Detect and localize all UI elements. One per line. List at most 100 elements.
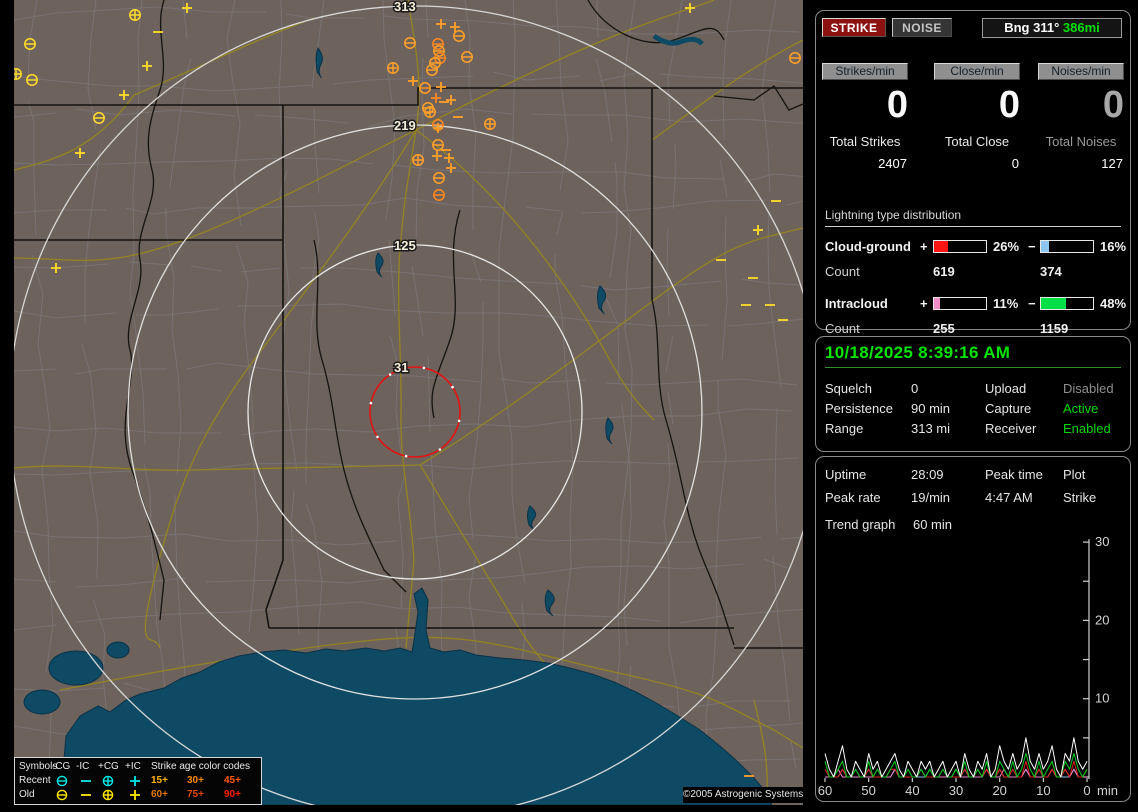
legend-cg-pos-icon <box>102 789 114 801</box>
trend-x-tick-label: 40 <box>905 783 919 797</box>
strike-button[interactable]: STRIKE <box>822 18 886 37</box>
trend-x-tick-label: 20 <box>992 783 1006 797</box>
legend-row-label: Old <box>19 789 35 800</box>
status-label: Persistence <box>825 401 893 416</box>
map-canvas: 31 125 219 313 <box>14 0 803 805</box>
strike-age-code: 60+ <box>151 789 168 800</box>
negative-bar <box>1040 297 1094 310</box>
trend-graph: 10 20 30 60 50 40 30 20 10 0 min <box>818 534 1118 797</box>
bearing-label: Bng 311° <box>1004 20 1060 35</box>
bearing-range: 386mi <box>1062 20 1100 35</box>
distribution-type-label: Intracloud <box>825 296 888 311</box>
count-label: Count <box>825 321 860 336</box>
ring-dot <box>376 435 379 439</box>
negative-count: 374 <box>1040 264 1062 279</box>
strike-age-code: 90+ <box>224 789 241 800</box>
legend-col-header: -CG <box>52 761 71 772</box>
strike-symbol-cp <box>387 62 399 74</box>
status-value: Enabled <box>1063 421 1111 436</box>
rate-label-button[interactable]: Close/min <box>934 63 1020 80</box>
mode-button-row: STRIKE NOISE Bng 311° 386mi <box>822 18 1122 40</box>
info-cell[interactable]: Strike <box>1063 490 1096 505</box>
ring-dot <box>451 385 454 389</box>
strike-age-code: 45+ <box>224 775 241 786</box>
bearing-display: Bng 311° 386mi <box>982 18 1122 38</box>
minus-sign: − <box>1028 296 1036 311</box>
info-cell: Uptime <box>825 467 867 482</box>
status-label: Range <box>825 421 864 436</box>
trend-graph-window: 60 min <box>912 517 952 532</box>
map-legend: Symbols -CG -IC +CG +IC Strike age color code… <box>14 757 262 805</box>
trend-x-tick-label: 30 <box>949 783 963 797</box>
uptime-grid: Uptime 28:09 Peak time Plot Peak rate 19/min 4… <box>825 465 1123 511</box>
ring-dot <box>422 366 426 370</box>
trend-series-total-strikes <box>824 737 1088 778</box>
total-value: 2407 <box>878 156 907 171</box>
status-value: 90 min <box>911 401 951 416</box>
distribution-title: Lightning type distribution <box>825 208 1121 227</box>
legend-cg-neg-icon <box>56 789 68 801</box>
strike-symbol-cp <box>412 154 424 166</box>
legend-ic-neg-icon <box>81 794 91 796</box>
legend-age-title: Strike age color codes <box>151 761 250 772</box>
ring-dot <box>369 401 373 405</box>
lightning-type-distribution: Lightning type distribution Cloud-ground… <box>825 208 1126 341</box>
rate-value: 0 <box>1102 84 1124 126</box>
distribution-count-row: Count 619 374 <box>825 262 1121 284</box>
status-row: Persistence 90 min Capture Active <box>825 399 1123 419</box>
strike-symbol-cp <box>484 118 496 130</box>
ring-dot <box>438 448 442 451</box>
bar-fill <box>1041 241 1050 252</box>
status-value: Disabled <box>1063 381 1114 396</box>
rate-column: Close/min 0 Total Close 0 <box>934 63 1020 171</box>
nexstorm-app: 31 125 219 313 Symbols -CG -IC +CG +IC Strike ag… <box>0 0 1138 812</box>
trend-axes <box>824 539 1090 782</box>
info-cell: 19/min <box>911 490 951 505</box>
legend-col-header: +IC <box>125 761 141 772</box>
trend-y-tick-label: 10 <box>1095 691 1109 706</box>
rate-label-button[interactable]: Noises/min <box>1038 63 1124 80</box>
bar-fill <box>934 241 948 252</box>
positive-bar <box>933 240 987 253</box>
status-label: Receiver <box>985 421 1037 436</box>
status-row: Range 313 mi Receiver Enabled <box>825 419 1123 439</box>
rate-value: 0 <box>998 84 1020 126</box>
rate-label-button[interactable]: Strikes/min <box>822 63 908 80</box>
strike-symbol-cp <box>129 9 141 21</box>
side-panel: STRIKE NOISE Bng 311° 386mi Strikes/min 0… <box>815 0 1131 812</box>
status-row: Squelch 0 Upload Disabled <box>825 379 1123 399</box>
strike-symbol-cp <box>424 106 436 118</box>
positive-count: 255 <box>933 321 955 336</box>
legend-header-row: Symbols -CG -IC +CG +IC Strike age color code… <box>15 760 261 774</box>
distribution-row: Cloud-ground +26% − 16% <box>825 236 1126 260</box>
distribution-type-label: Cloud-ground <box>825 239 911 254</box>
distribution-row: Intracloud +11% − 48% <box>825 293 1126 317</box>
strike-age-code: 30+ <box>187 775 204 786</box>
legend-col-header: +CG <box>98 761 119 772</box>
strike-age-code: 15+ <box>151 775 168 786</box>
total-label: Total Noises <box>1045 134 1117 149</box>
range-ring-label: 31 <box>394 360 408 375</box>
status-label: Upload <box>985 381 1027 396</box>
status-value: 313 mi <box>911 421 951 436</box>
trend-box: Uptime 28:09 Peak time Plot Peak rate 19/min 4… <box>815 456 1131 802</box>
positive-percent: 11% <box>993 296 1019 311</box>
total-label: Total Strikes <box>829 134 901 149</box>
positive-count: 619 <box>933 264 955 279</box>
info-row: Uptime 28:09 Peak time Plot <box>825 465 1123 488</box>
negative-percent: 48% <box>1100 296 1127 311</box>
info-cell: 28:09 <box>911 467 944 482</box>
lightning-map[interactable]: 31 125 219 313 Symbols -CG -IC +CG +IC Strike ag… <box>14 0 803 805</box>
legend-ic-neg-icon <box>81 780 91 782</box>
noise-button[interactable]: NOISE <box>892 18 952 37</box>
legend-ic-pos-icon <box>130 776 140 786</box>
plus-sign: + <box>920 239 928 254</box>
status-label: Squelch <box>825 381 872 396</box>
info-cell[interactable]: Plot <box>1063 467 1085 482</box>
legend-row-label: Recent <box>19 775 51 786</box>
range-ring-label: 219 <box>394 118 416 133</box>
trend-y-tick-label: 30 <box>1095 534 1109 549</box>
trend-graph-label: Trend graph <box>825 517 896 532</box>
negative-count: 1159 <box>1040 321 1069 336</box>
status-label: Capture <box>985 401 1032 416</box>
